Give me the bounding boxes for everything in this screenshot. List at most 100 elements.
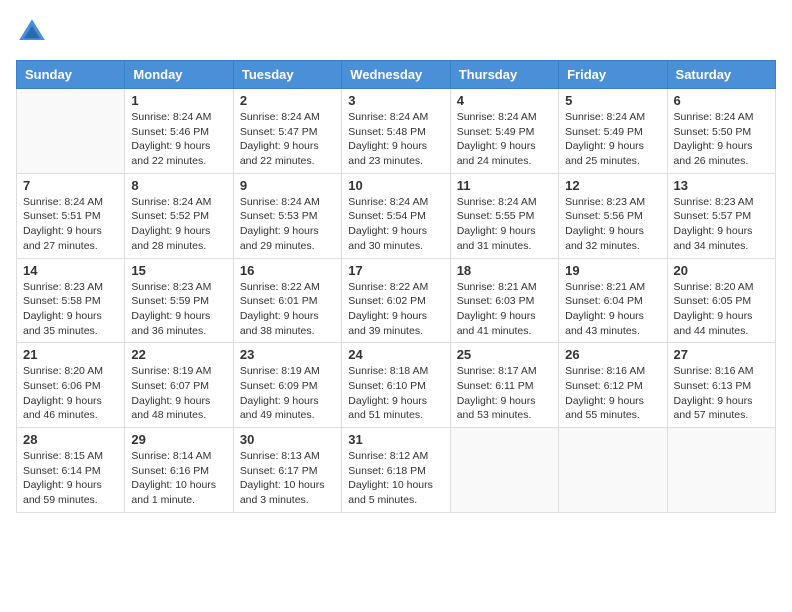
day-info: Sunrise: 8:24 AM Sunset: 5:49 PM Dayligh… [457,110,552,169]
header-day-saturday: Saturday [667,61,775,89]
sunrise: Sunrise: 8:24 AM [240,111,320,123]
day-info: Sunrise: 8:24 AM Sunset: 5:48 PM Dayligh… [348,110,443,169]
day-info: Sunrise: 8:24 AM Sunset: 5:52 PM Dayligh… [131,195,226,254]
sunrise: Sunrise: 8:18 AM [348,365,428,377]
daylight: Daylight: 9 hours and 44 minutes. [674,310,753,337]
calendar-cell: 2 Sunrise: 8:24 AM Sunset: 5:47 PM Dayli… [233,89,341,174]
sunset: Sunset: 5:58 PM [23,295,101,307]
daylight: Daylight: 9 hours and 30 minutes. [348,225,427,252]
calendar-cell: 18 Sunrise: 8:21 AM Sunset: 6:03 PM Dayl… [450,258,558,343]
daylight: Daylight: 9 hours and 35 minutes. [23,310,102,337]
daylight: Daylight: 9 hours and 43 minutes. [565,310,644,337]
sunrise: Sunrise: 8:19 AM [240,365,320,377]
header-day-tuesday: Tuesday [233,61,341,89]
calendar-cell: 7 Sunrise: 8:24 AM Sunset: 5:51 PM Dayli… [17,173,125,258]
day-number: 27 [674,347,769,362]
day-number: 8 [131,178,226,193]
day-info: Sunrise: 8:24 AM Sunset: 5:54 PM Dayligh… [348,195,443,254]
sunset: Sunset: 5:57 PM [674,210,752,222]
calendar-cell: 30 Sunrise: 8:13 AM Sunset: 6:17 PM Dayl… [233,428,341,513]
sunset: Sunset: 5:49 PM [565,126,643,138]
sunset: Sunset: 5:55 PM [457,210,535,222]
calendar-cell: 13 Sunrise: 8:23 AM Sunset: 5:57 PM Dayl… [667,173,775,258]
calendar-cell: 9 Sunrise: 8:24 AM Sunset: 5:53 PM Dayli… [233,173,341,258]
day-info: Sunrise: 8:18 AM Sunset: 6:10 PM Dayligh… [348,364,443,423]
sunrise: Sunrise: 8:21 AM [457,281,537,293]
day-number: 23 [240,347,335,362]
calendar-cell: 26 Sunrise: 8:16 AM Sunset: 6:12 PM Dayl… [559,343,667,428]
day-number: 12 [565,178,660,193]
day-number: 16 [240,263,335,278]
daylight: Daylight: 9 hours and 57 minutes. [674,395,753,422]
sunrise: Sunrise: 8:16 AM [565,365,645,377]
day-info: Sunrise: 8:20 AM Sunset: 6:05 PM Dayligh… [674,280,769,339]
day-number: 4 [457,93,552,108]
daylight: Daylight: 9 hours and 24 minutes. [457,140,536,167]
sunrise: Sunrise: 8:17 AM [457,365,537,377]
day-number: 2 [240,93,335,108]
sunset: Sunset: 6:16 PM [131,465,209,477]
daylight: Daylight: 9 hours and 26 minutes. [674,140,753,167]
calendar-week-row: 1 Sunrise: 8:24 AM Sunset: 5:46 PM Dayli… [17,89,776,174]
sunrise: Sunrise: 8:24 AM [348,196,428,208]
calendar-week-row: 14 Sunrise: 8:23 AM Sunset: 5:58 PM Dayl… [17,258,776,343]
day-info: Sunrise: 8:21 AM Sunset: 6:03 PM Dayligh… [457,280,552,339]
day-number: 20 [674,263,769,278]
calendar-cell: 21 Sunrise: 8:20 AM Sunset: 6:06 PM Dayl… [17,343,125,428]
calendar-week-row: 7 Sunrise: 8:24 AM Sunset: 5:51 PM Dayli… [17,173,776,258]
calendar-cell: 31 Sunrise: 8:12 AM Sunset: 6:18 PM Dayl… [342,428,450,513]
sunrise: Sunrise: 8:14 AM [131,450,211,462]
sunrise: Sunrise: 8:20 AM [23,365,103,377]
day-info: Sunrise: 8:15 AM Sunset: 6:14 PM Dayligh… [23,449,118,508]
calendar-cell [450,428,558,513]
sunrise: Sunrise: 8:24 AM [131,196,211,208]
sunset: Sunset: 5:49 PM [457,126,535,138]
day-info: Sunrise: 8:24 AM Sunset: 5:47 PM Dayligh… [240,110,335,169]
day-info: Sunrise: 8:24 AM Sunset: 5:46 PM Dayligh… [131,110,226,169]
logo [16,16,52,48]
daylight: Daylight: 9 hours and 25 minutes. [565,140,644,167]
sunset: Sunset: 5:56 PM [565,210,643,222]
calendar-cell: 25 Sunrise: 8:17 AM Sunset: 6:11 PM Dayl… [450,343,558,428]
day-info: Sunrise: 8:23 AM Sunset: 5:59 PM Dayligh… [131,280,226,339]
sunset: Sunset: 5:50 PM [674,126,752,138]
sunset: Sunset: 6:11 PM [457,380,534,392]
daylight: Daylight: 9 hours and 46 minutes. [23,395,102,422]
sunrise: Sunrise: 8:19 AM [131,365,211,377]
sunset: Sunset: 5:59 PM [131,295,209,307]
sunset: Sunset: 5:54 PM [348,210,426,222]
day-info: Sunrise: 8:24 AM Sunset: 5:49 PM Dayligh… [565,110,660,169]
sunset: Sunset: 6:12 PM [565,380,643,392]
calendar-cell [667,428,775,513]
day-info: Sunrise: 8:21 AM Sunset: 6:04 PM Dayligh… [565,280,660,339]
daylight: Daylight: 10 hours and 3 minutes. [240,479,325,506]
sunset: Sunset: 6:03 PM [457,295,535,307]
day-number: 22 [131,347,226,362]
day-info: Sunrise: 8:24 AM Sunset: 5:50 PM Dayligh… [674,110,769,169]
calendar-cell: 16 Sunrise: 8:22 AM Sunset: 6:01 PM Dayl… [233,258,341,343]
daylight: Daylight: 9 hours and 23 minutes. [348,140,427,167]
sunrise: Sunrise: 8:21 AM [565,281,645,293]
day-number: 24 [348,347,443,362]
daylight: Daylight: 9 hours and 29 minutes. [240,225,319,252]
day-info: Sunrise: 8:20 AM Sunset: 6:06 PM Dayligh… [23,364,118,423]
calendar-cell: 14 Sunrise: 8:23 AM Sunset: 5:58 PM Dayl… [17,258,125,343]
day-info: Sunrise: 8:19 AM Sunset: 6:09 PM Dayligh… [240,364,335,423]
calendar-week-row: 28 Sunrise: 8:15 AM Sunset: 6:14 PM Dayl… [17,428,776,513]
sunset: Sunset: 6:14 PM [23,465,101,477]
calendar-cell: 5 Sunrise: 8:24 AM Sunset: 5:49 PM Dayli… [559,89,667,174]
day-info: Sunrise: 8:23 AM Sunset: 5:56 PM Dayligh… [565,195,660,254]
calendar-cell: 19 Sunrise: 8:21 AM Sunset: 6:04 PM Dayl… [559,258,667,343]
sunrise: Sunrise: 8:23 AM [674,196,754,208]
day-number: 31 [348,432,443,447]
header-day-friday: Friday [559,61,667,89]
day-number: 7 [23,178,118,193]
day-info: Sunrise: 8:19 AM Sunset: 6:07 PM Dayligh… [131,364,226,423]
day-info: Sunrise: 8:24 AM Sunset: 5:53 PM Dayligh… [240,195,335,254]
day-number: 19 [565,263,660,278]
calendar-cell: 29 Sunrise: 8:14 AM Sunset: 6:16 PM Dayl… [125,428,233,513]
sunset: Sunset: 6:09 PM [240,380,318,392]
header-day-monday: Monday [125,61,233,89]
daylight: Daylight: 9 hours and 36 minutes. [131,310,210,337]
sunrise: Sunrise: 8:23 AM [565,196,645,208]
